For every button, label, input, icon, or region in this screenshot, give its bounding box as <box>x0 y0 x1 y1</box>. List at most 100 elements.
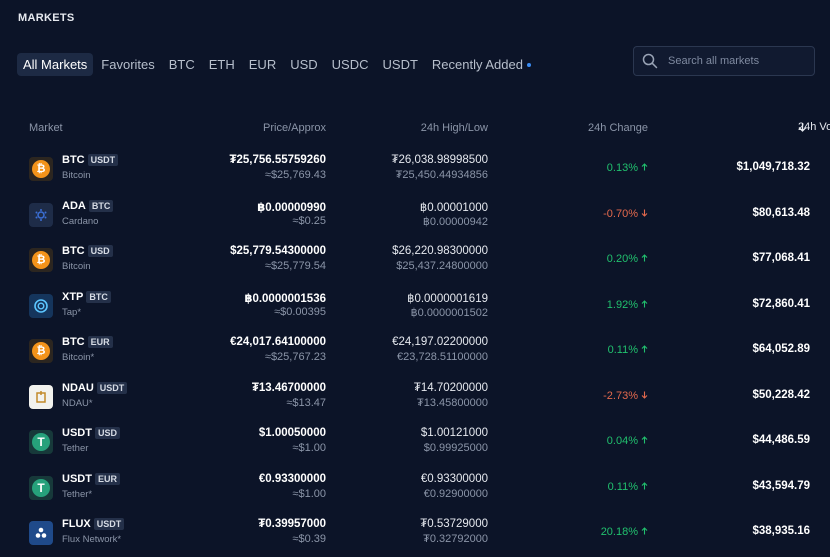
low-24h: ฿0.0000001502 <box>410 306 488 319</box>
price: €0.93300000 <box>258 472 326 485</box>
tab-eur[interactable]: EUR <box>243 53 282 76</box>
arrow-up-icon <box>641 254 648 262</box>
low-24h: ₮0.32792000 <box>423 533 488 545</box>
high-24h: ฿0.00001000 <box>419 201 488 214</box>
table-row[interactable]: XTP BTC Tap* ฿0.0000001536 ≈$0.00395 ฿0.00000… <box>0 287 830 327</box>
arrow-up-icon <box>641 481 648 489</box>
quote-asset-badge: EUR <box>94 472 120 485</box>
market-pair: ADA BTC <box>62 199 114 212</box>
market-pair: XTP BTC <box>62 290 111 303</box>
table-row[interactable]: ₿ BTC USDT Bitcoin ₮25,756.55759260 ≈$25,769.… <box>0 150 830 190</box>
base-asset: BTC <box>62 154 85 166</box>
search-input[interactable] <box>666 54 810 68</box>
quote-asset-badge: BTC <box>88 199 114 212</box>
asset-full-name: Tether* <box>62 488 93 500</box>
table-row[interactable]: T USDT EUR Tether* €0.93300000 ≈$1.00 €0.93300… <box>0 469 830 509</box>
price: ₮25,756.55759260 <box>229 154 326 166</box>
quote-asset-badge: USDT <box>93 518 125 530</box>
change-24h: 0.11% <box>608 344 648 356</box>
asset-full-name: Flux Network* <box>62 534 122 545</box>
price-approx: ≈$13.47 <box>286 396 326 409</box>
high-24h: ₮26,038.98998500 <box>391 154 488 166</box>
search-icon <box>642 53 658 69</box>
price-approx: ≈$0.39 <box>292 533 326 545</box>
price-approx: ≈$25,767.23 <box>264 351 326 363</box>
column-change[interactable]: 24h Change <box>588 122 648 134</box>
market-pair: NDAU USDT <box>62 381 128 394</box>
column-high-low[interactable]: 24h High/Low <box>421 122 488 134</box>
market-pair: FLUX USDT <box>62 518 125 530</box>
low-24h: ₮25,450.44934856 <box>395 169 488 181</box>
change-value: 1.92% <box>606 298 638 311</box>
bitcoin-icon: ₿ <box>29 248 53 272</box>
flux-icon <box>29 521 53 545</box>
change-value: 0.11% <box>607 344 638 356</box>
table-header: Market Price/Approx 24h High/Low 24h Cha… <box>0 121 830 136</box>
market-pair: USDT USD <box>62 427 120 439</box>
table-row[interactable]: NDAU USDT NDAU* ₮13.46700000 ≈$13.47 ₮14.7020… <box>0 378 830 418</box>
market-pair: USDT EUR <box>62 472 120 485</box>
price-approx: ≈$0.00395 <box>274 305 326 318</box>
price-approx: ≈$1.00 <box>292 442 326 454</box>
price: €24,017.64100000 <box>230 336 326 348</box>
ndau-icon <box>29 384 53 409</box>
arrow-up-icon <box>641 299 648 307</box>
volume-24h: $80,613.48 <box>752 206 810 219</box>
volume-24h: $1,049,718.32 <box>736 161 810 173</box>
column-volume[interactable]: 24h Volume <box>798 121 830 133</box>
change-24h: 20.18% <box>601 526 648 538</box>
table-row[interactable]: FLUX USDT Flux Network* ₮0.39957000 ≈$0.39 ₮0… <box>0 514 830 554</box>
volume-24h: $38,935.16 <box>752 525 810 537</box>
column-market[interactable]: Market <box>29 122 63 134</box>
high-24h: $1.00121000 <box>420 427 488 439</box>
table-row[interactable]: ADA BTC Cardano ฿0.00000990 ≈$0.25 ฿0.0000100… <box>0 196 830 236</box>
arrow-up-icon <box>641 163 648 171</box>
low-24h: €0.92900000 <box>423 487 488 500</box>
bitcoin-icon: ₿ <box>29 157 53 181</box>
table-row[interactable]: T USDT USD Tether $1.00050000 ≈$1.00 $1.001210… <box>0 423 830 463</box>
arrow-down-icon <box>641 391 648 399</box>
high-24h: €24,197.02200000 <box>392 336 488 348</box>
cardano-icon <box>29 202 53 227</box>
volume-24h: $64,052.89 <box>752 343 810 355</box>
change-value: -0.70% <box>603 207 638 220</box>
tab-recently-added[interactable]: Recently Added <box>426 53 537 76</box>
low-24h: $25,437.24800000 <box>396 260 488 272</box>
change-24h: 0.13% <box>607 162 648 174</box>
table-row[interactable]: ₿ BTC USD Bitcoin $25,779.54300000 ≈$25,779.5… <box>0 241 830 281</box>
quote-asset-badge: EUR <box>87 336 113 348</box>
quote-asset-badge: USD <box>94 427 120 439</box>
tether-icon: T <box>29 475 53 500</box>
low-24h: ฿0.00000942 <box>422 215 488 228</box>
volume-24h: $77,068.41 <box>752 252 810 264</box>
tab-usdt[interactable]: USDT <box>377 53 424 76</box>
base-asset: FLUX <box>62 518 91 530</box>
base-asset: ADA <box>62 199 86 212</box>
base-asset: NDAU <box>62 381 94 394</box>
change-value: 20.18% <box>600 526 638 538</box>
tab-btc[interactable]: BTC <box>163 53 201 76</box>
change-24h: -2.73% <box>603 390 648 402</box>
tab-usd[interactable]: USD <box>284 53 323 76</box>
change-24h: -0.70% <box>603 208 648 220</box>
market-tabs: All Markets Favorites BTC ETH EUR USD US… <box>17 53 537 76</box>
tab-eth[interactable]: ETH <box>203 53 241 76</box>
quote-asset-badge: USDT <box>87 154 119 166</box>
asset-full-name: Bitcoin <box>62 170 91 181</box>
volume-24h: $72,860.41 <box>752 297 810 310</box>
change-value: 0.20% <box>606 253 638 265</box>
column-price[interactable]: Price/Approx <box>263 122 326 134</box>
table-row[interactable]: ₿ BTC EUR Bitcoin* €24,017.64100000 ≈$25,767.… <box>0 332 830 372</box>
high-24h: ₮14.70200000 <box>413 381 488 394</box>
price: ฿0.0000001536 <box>244 292 326 305</box>
base-asset: USDT <box>62 472 92 485</box>
tab-usdc[interactable]: USDC <box>326 53 375 76</box>
asset-full-name: NDAU* <box>62 397 93 409</box>
market-pair: BTC USD <box>62 245 113 257</box>
change-value: 0.04% <box>606 435 638 447</box>
change-24h: 0.04% <box>607 435 648 447</box>
tab-all-markets[interactable]: All Markets <box>17 53 94 76</box>
price: $1.00050000 <box>258 427 326 439</box>
bitcoin-icon: ₿ <box>29 339 53 363</box>
tab-favorites[interactable]: Favorites <box>95 53 160 76</box>
